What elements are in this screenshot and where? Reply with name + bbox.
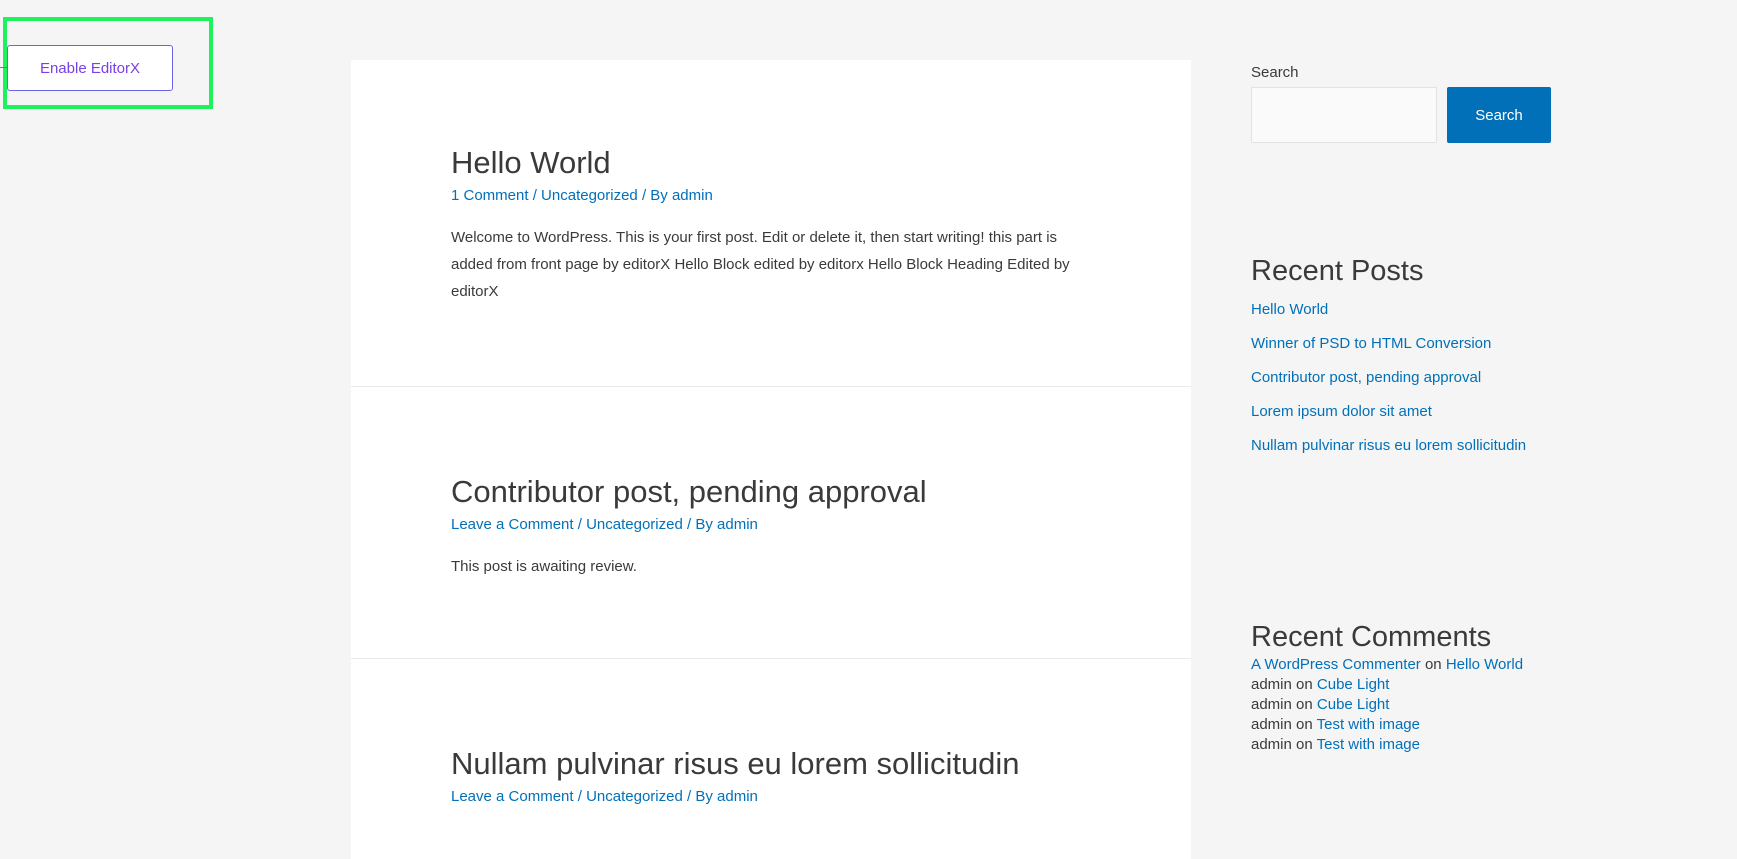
post-author-link[interactable]: admin xyxy=(717,788,758,805)
search-label: Search xyxy=(1251,64,1299,81)
list-item: Winner of PSD to HTML Conversion xyxy=(1251,327,1526,361)
recent-post-link[interactable]: Contributor post, pending approval xyxy=(1251,369,1481,386)
post-comments-link[interactable]: Leave a Comment xyxy=(451,516,574,533)
post-card: Nullam pulvinar risus eu lorem sollicitu… xyxy=(351,659,1191,859)
post-excerpt: This post is awaiting review. xyxy=(451,557,637,575)
post-excerpt: Welcome to WordPress. This is your first… xyxy=(451,228,1070,300)
post-category-link[interactable]: Uncategorized xyxy=(586,788,683,805)
list-item: Lorem ipsum dolor sit amet xyxy=(1251,395,1526,429)
posts-list: Hello World 1 Comment / Uncategorized / … xyxy=(351,60,1191,859)
post-category-link[interactable]: Uncategorized xyxy=(586,516,683,533)
comment-author: admin xyxy=(1251,695,1292,713)
post-title: Contributor post, pending approval xyxy=(451,473,1091,512)
post-title-link[interactable]: Hello World xyxy=(451,145,611,180)
meta-by-label: / By xyxy=(682,787,718,805)
list-item: admin on Cube Light xyxy=(1251,675,1591,695)
comment-on-label: on xyxy=(1291,695,1317,713)
post-title-link[interactable]: Contributor post, pending approval xyxy=(451,474,927,509)
recent-posts-list: Hello World Winner of PSD to HTML Conver… xyxy=(1251,293,1526,463)
list-item: Contributor post, pending approval xyxy=(1251,361,1526,395)
meta-by-label: / By xyxy=(682,515,718,533)
post-meta: Leave a Comment / Uncategorized / By adm… xyxy=(451,786,1091,807)
post-title-link[interactable]: Nullam pulvinar risus eu lorem sollicitu… xyxy=(451,746,1020,781)
list-item: A WordPress Commenter on Hello World xyxy=(1251,655,1591,675)
recent-post-link[interactable]: Nullam pulvinar risus eu lorem sollicitu… xyxy=(1251,437,1526,454)
post-author-link[interactable]: admin xyxy=(717,516,758,533)
post-author-link[interactable]: admin xyxy=(672,187,713,204)
list-item: admin on Test with image xyxy=(1251,715,1591,735)
recent-posts-title: Recent Posts xyxy=(1251,255,1424,287)
list-item: admin on Test with image xyxy=(1251,735,1591,755)
search-widget: Search Search xyxy=(1251,64,1571,143)
comment-post-link[interactable]: Cube Light xyxy=(1317,696,1390,713)
post-card: Hello World 1 Comment / Uncategorized / … xyxy=(351,60,1191,387)
recent-comments-title: Recent Comments xyxy=(1251,621,1492,653)
comment-author-link[interactable]: A WordPress Commenter xyxy=(1251,656,1421,673)
post-meta: 1 Comment / Uncategorized / By admin xyxy=(451,185,1091,206)
comment-post-link[interactable]: Hello World xyxy=(1446,656,1523,673)
comment-post-link[interactable]: Cube Light xyxy=(1317,676,1390,693)
meta-separator: / xyxy=(528,186,542,204)
comment-on-label: on xyxy=(1420,655,1446,673)
post-category-link[interactable]: Uncategorized xyxy=(541,187,638,204)
recent-post-link[interactable]: Lorem ipsum dolor sit amet xyxy=(1251,403,1432,420)
comment-on-label: on xyxy=(1291,735,1317,753)
search-row: Search xyxy=(1251,87,1571,143)
recent-comments-list: A WordPress Commenter on Hello World adm… xyxy=(1251,655,1591,755)
meta-separator: / xyxy=(573,787,587,805)
comment-post-link[interactable]: Test with image xyxy=(1317,716,1420,733)
post-card: Contributor post, pending approval Leave… xyxy=(351,387,1191,659)
list-item: Nullam pulvinar risus eu lorem sollicitu… xyxy=(1251,429,1526,463)
meta-separator: / xyxy=(573,515,587,533)
recent-comments-widget: Recent Comments A WordPress Commenter on… xyxy=(1251,620,1591,755)
recent-posts-widget: Recent Posts Hello World Winner of PSD t… xyxy=(1251,254,1526,463)
enable-editorx-button[interactable]: Enable EditorX xyxy=(7,45,173,91)
meta-by-label: / By xyxy=(637,186,672,204)
comment-author: admin xyxy=(1251,675,1292,693)
post-title: Nullam pulvinar risus eu lorem sollicitu… xyxy=(451,745,1091,784)
comment-on-label: on xyxy=(1291,675,1317,693)
search-button[interactable]: Search xyxy=(1447,87,1551,143)
comment-on-label: on xyxy=(1291,715,1317,733)
post-comments-link[interactable]: 1 Comment xyxy=(451,187,529,204)
recent-post-link[interactable]: Hello World xyxy=(1251,301,1328,318)
list-item: Hello World xyxy=(1251,293,1526,327)
post-meta: Leave a Comment / Uncategorized / By adm… xyxy=(451,514,1091,535)
comment-author: admin xyxy=(1251,715,1292,733)
comment-post-link[interactable]: Test with image xyxy=(1317,736,1420,753)
post-comments-link[interactable]: Leave a Comment xyxy=(451,788,574,805)
sidebar: Search Search Recent Posts Hello World W… xyxy=(1251,64,1571,753)
recent-post-link[interactable]: Winner of PSD to HTML Conversion xyxy=(1251,335,1491,352)
comment-author: admin xyxy=(1251,735,1292,753)
post-title: Hello World xyxy=(451,144,1091,183)
search-input[interactable] xyxy=(1251,87,1437,143)
list-item: admin on Cube Light xyxy=(1251,695,1591,715)
